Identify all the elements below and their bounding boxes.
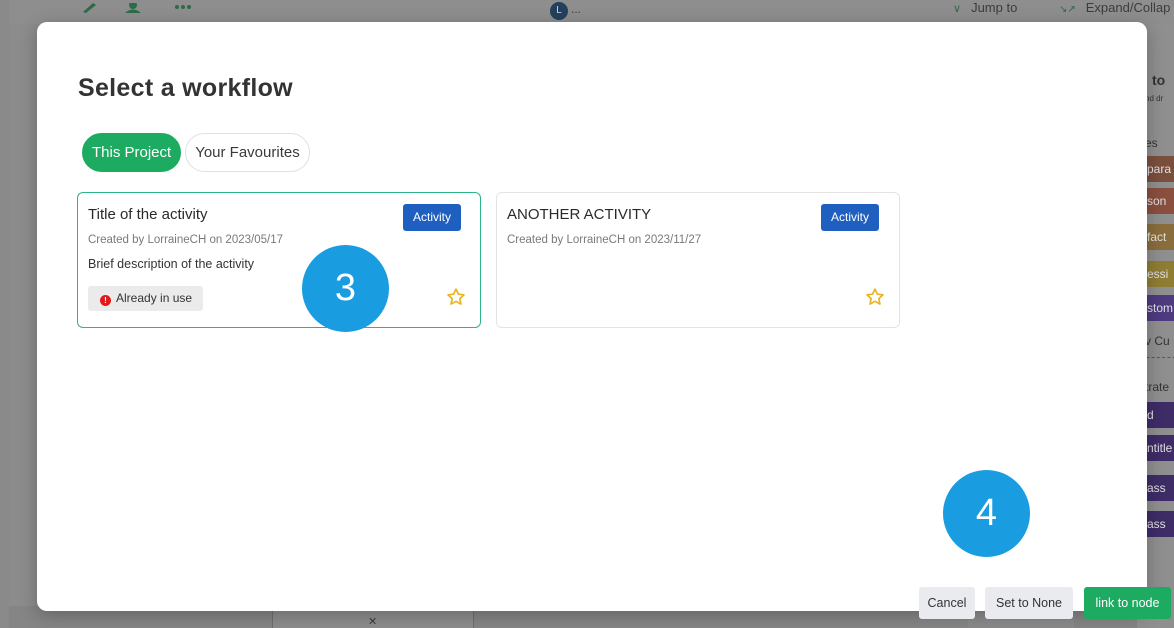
cancel-button[interactable]: Cancel bbox=[919, 587, 975, 619]
card-meta: Created by LorraineCH on 2023/11/27 bbox=[507, 234, 702, 246]
user-more-text: ... bbox=[571, 2, 582, 16]
step-3-badge: 3 bbox=[302, 245, 389, 332]
link-to-node-button[interactable]: link to node bbox=[1084, 587, 1171, 619]
star-icon[interactable] bbox=[446, 287, 466, 307]
status-badge: ! Already in use bbox=[88, 286, 204, 311]
jump-to-label: Jump to bbox=[971, 0, 1018, 15]
expand-collapse-label: Expand/Collap bbox=[1085, 0, 1171, 15]
panel-plain-item: v Cu bbox=[1145, 334, 1170, 348]
user-avatar: L bbox=[550, 2, 568, 20]
card-meta: Created by LorraineCH on 2023/05/17 bbox=[88, 234, 283, 246]
alert-icon: ! bbox=[100, 295, 111, 306]
card-title: Title of the activity bbox=[88, 206, 208, 223]
card-type-badge: Activity bbox=[821, 204, 880, 231]
workflow-tabs: This Project Your Favourites bbox=[82, 133, 310, 172]
pencil-icon bbox=[81, 0, 97, 16]
panel-section-heading: trate bbox=[1145, 380, 1170, 394]
card-title: ANOTHER ACTIVITY bbox=[507, 206, 652, 223]
star-icon[interactable] bbox=[865, 287, 885, 307]
close-icon: ✕ bbox=[368, 616, 378, 628]
expand-collapse: ↘↗ Expand/Collap bbox=[1059, 0, 1170, 15]
more-icon bbox=[175, 0, 191, 14]
user-icon bbox=[125, 0, 143, 16]
dialog-title: Select a workflow bbox=[78, 74, 293, 102]
card-description: Brief description of the activity bbox=[88, 257, 255, 271]
panel-subtitle: nd dr bbox=[1145, 94, 1164, 103]
status-label: Already in use bbox=[116, 291, 193, 305]
workflow-card[interactable]: Title of the activity Activity Created b… bbox=[77, 192, 481, 328]
workflow-card[interactable]: ANOTHER ACTIVITY Activity Created by Lor… bbox=[496, 192, 900, 328]
chevron-down-icon: ∨ bbox=[953, 3, 962, 15]
tab-this-project[interactable]: This Project bbox=[82, 133, 182, 172]
background-left-gutter bbox=[0, 0, 9, 628]
tab-your-favourites[interactable]: Your Favourites bbox=[185, 133, 310, 172]
set-to-none-button[interactable]: Set to None bbox=[985, 587, 1073, 619]
expand-arrows-icon: ↘↗ bbox=[1059, 4, 1076, 15]
step-4-badge: 4 bbox=[943, 470, 1030, 557]
card-type-badge: Activity bbox=[403, 204, 462, 231]
jump-to: ∨ Jump to bbox=[953, 0, 1017, 15]
background-toolbar: L ... ∨ Jump to ↘↗ Expand/Collap bbox=[9, 0, 1174, 24]
panel-title: to bbox=[1152, 72, 1166, 88]
